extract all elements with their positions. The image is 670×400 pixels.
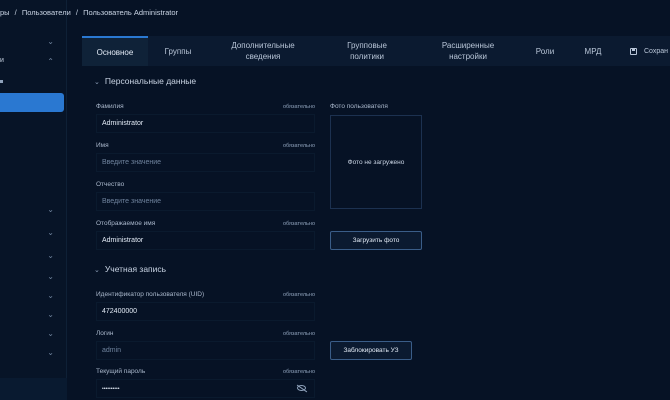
required-hint: обязательно (282, 369, 315, 375)
save-button[interactable]: Сохран (630, 36, 668, 66)
display-name-label: Отображаемое имя (96, 220, 156, 227)
sidebar-item-collapsed-2[interactable]: ⌄ (0, 203, 64, 217)
chevron-down-icon: ⌄ (47, 329, 54, 338)
display-name-field[interactable]: Administrator (96, 231, 315, 250)
chevron-down-icon: ⌄ (47, 205, 54, 214)
chevron-down-icon: ⌄ (47, 37, 54, 46)
chevron-down-icon: ⌄ (47, 272, 54, 281)
photo-label: Фото пользователя (330, 103, 388, 110)
chevron-down-icon: ⌄ (94, 267, 100, 274)
chevron-down-icon: ⌄ (47, 251, 54, 260)
required-hint: обязательно (282, 331, 315, 337)
uid-label: Идентификатор пользователя (UID) (96, 291, 205, 298)
password-field[interactable]: •••••••••• (96, 379, 315, 398)
section-title: Персональные данные (104, 76, 197, 86)
chevron-down-icon: ⌄ (47, 310, 54, 319)
tab-advanced-settings[interactable]: Расширенные настройки (428, 36, 508, 66)
required-hint: обязательно (282, 292, 315, 298)
section-account[interactable]: ⌄ Учетная запись (94, 264, 166, 274)
required-hint: обязательно (282, 221, 315, 227)
tab-group-policies[interactable]: Групповые политики (330, 36, 404, 66)
password-value: •••••••••• (102, 385, 120, 392)
section-title: Учетная запись (104, 264, 167, 274)
sidebar-item-collapsed-3[interactable]: ⌄ (0, 226, 64, 240)
breadcrumb-separator: / (75, 8, 78, 17)
sidebar-item-collapsed-5[interactable]: ⌄ (0, 270, 64, 284)
tab-general[interactable]: Основное (82, 36, 148, 66)
chevron-down-icon: ⌄ (47, 228, 54, 237)
eye-slash-icon[interactable] (297, 385, 306, 391)
sidebar: ⌄ и ⌃ ⌄ ⌄ ⌄ ⌄ ⌄ ⌄ ⌄ ⌄ (0, 0, 67, 400)
sidebar-item-collapsed-6[interactable]: ⌄ (0, 289, 64, 303)
password-label: Текущий пароль (96, 368, 146, 375)
tab-groups[interactable]: Группы (148, 36, 208, 66)
chevron-down-icon: ⌄ (47, 291, 54, 300)
save-icon (630, 47, 637, 55)
sidebar-item-collapsed-4[interactable]: ⌄ (0, 249, 64, 263)
photo-empty-text: Фото не загружено (347, 158, 405, 166)
patronymic-field[interactable]: Введите значение (96, 192, 315, 211)
breadcrumb: ры / Пользователи / Пользователь Adminis… (0, 8, 181, 17)
save-label: Сохран (644, 47, 669, 55)
login-field: admin (96, 341, 315, 360)
chevron-down-icon: ⌄ (94, 79, 100, 86)
breadcrumb-item[interactable]: ры (0, 8, 10, 17)
bullet-icon (0, 80, 3, 83)
required-hint: обязательно (282, 104, 315, 110)
tab-additional-info[interactable]: Дополнительные сведения (218, 36, 308, 66)
section-personal-data[interactable]: ⌄ Персональные данные (94, 76, 196, 86)
photo-placeholder: Фото не загружено (330, 115, 422, 209)
surname-label: Фамилия (96, 103, 124, 110)
patronymic-label: Отчество (96, 181, 125, 188)
sidebar-item-expanded[interactable]: и ⌃ (0, 55, 64, 69)
sidebar-item-label: и (0, 57, 4, 64)
surname-field[interactable]: Administrator (96, 114, 315, 133)
tab-mrd[interactable]: МРД (576, 36, 610, 66)
login-label: Логин (96, 330, 114, 337)
breadcrumb-current: Пользователь Administrator (83, 8, 179, 17)
name-label: Имя (96, 142, 109, 149)
breadcrumb-separator: / (14, 8, 17, 17)
name-field[interactable]: Введите значение (96, 153, 315, 172)
block-account-button[interactable]: Заблокировать УЗ (330, 341, 412, 360)
upload-photo-button[interactable]: Загрузить фото (330, 231, 422, 250)
sidebar-footer (0, 378, 67, 400)
required-hint: обязательно (282, 143, 315, 149)
sidebar-item-collapsed-7[interactable]: ⌄ (0, 308, 64, 322)
uid-field[interactable]: 472400000 (96, 302, 315, 321)
sidebar-item-collapsed-8[interactable]: ⌄ (0, 327, 64, 341)
tab-roles[interactable]: Роли (528, 36, 562, 66)
sidebar-subitem[interactable] (0, 78, 64, 92)
breadcrumb-item[interactable]: Пользователи (22, 8, 71, 17)
sidebar-item-active[interactable] (0, 93, 64, 112)
sidebar-item-collapsed-1[interactable]: ⌄ (0, 35, 64, 49)
chevron-down-icon: ⌄ (47, 348, 54, 357)
tab-bar: Основное Группы Дополнительные сведения … (82, 36, 670, 66)
sidebar-item-collapsed-9[interactable]: ⌄ (0, 346, 64, 360)
chevron-up-icon: ⌃ (47, 57, 54, 66)
